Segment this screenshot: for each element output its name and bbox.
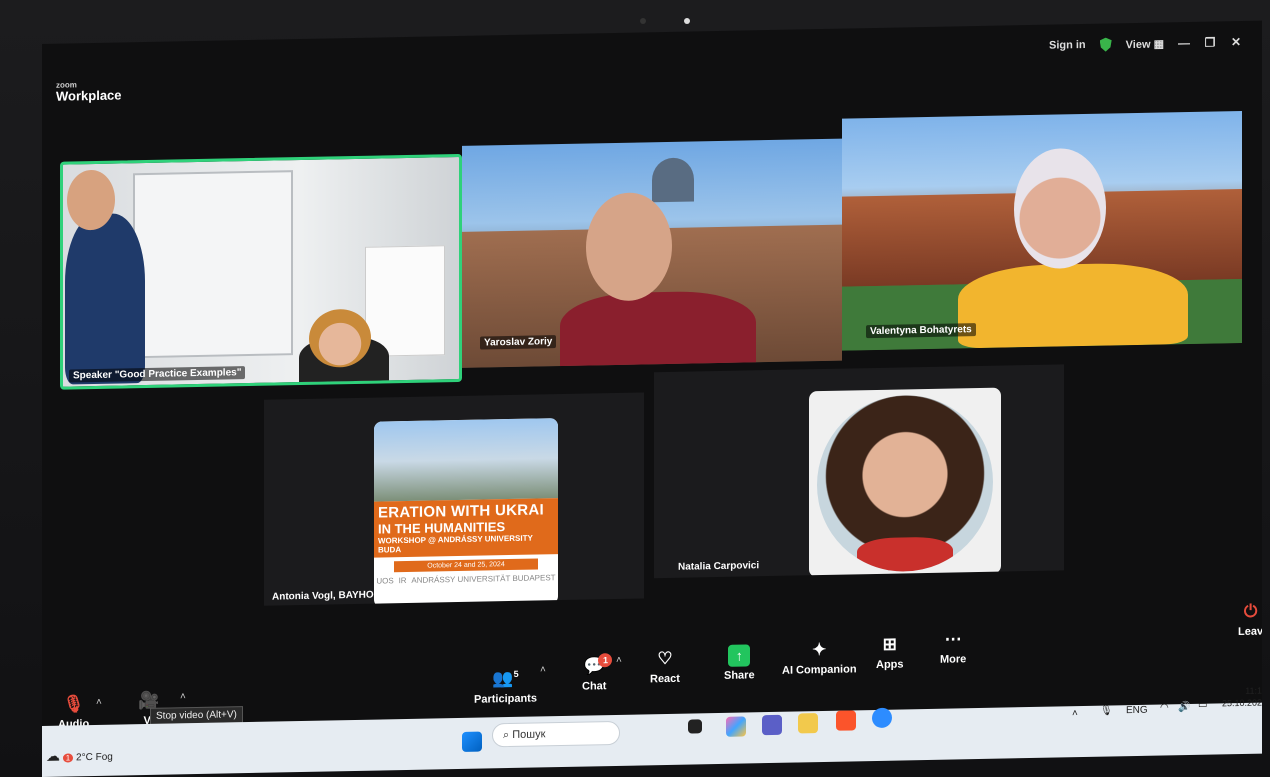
woman-in-yellow-blouse	[958, 261, 1188, 349]
zoom-app-icon[interactable]	[872, 707, 892, 729]
man-in-blue-jacket	[65, 213, 145, 385]
ai-companion-label: AI Companion	[782, 663, 857, 677]
man-in-red-shirt	[560, 290, 756, 368]
search-placeholder: Пошук	[512, 728, 546, 741]
windows-start-icon[interactable]	[462, 731, 482, 752]
zoom-workplace-logo: zoom Workplace	[56, 80, 122, 104]
wifi-icon[interactable]: ◠	[1160, 702, 1169, 713]
participant-name: Yaroslav Zoriy	[480, 335, 557, 350]
restore-icon[interactable]: ❐	[1204, 35, 1216, 49]
chat-icon: 💬 1	[582, 653, 613, 677]
leave-button[interactable]: ⏻ Leav	[1238, 601, 1262, 638]
audio-options-chevron[interactable]: ˄	[96, 697, 102, 708]
poster-subtitle: WORKSHOP @ ANDRÁSSY UNIVERSITY BUDA	[378, 533, 533, 555]
cathedral-dome	[652, 157, 694, 203]
more-button[interactable]: ⋯ More	[940, 628, 967, 666]
taskbar-search[interactable]: ⌕ Пошук	[492, 720, 620, 748]
leave-label: Leav	[1238, 625, 1262, 639]
view-button[interactable]: View ▦	[1126, 37, 1164, 51]
react-label: React	[650, 672, 680, 686]
minimize-icon[interactable]: —	[1178, 36, 1190, 50]
copilot-icon[interactable]	[726, 716, 746, 737]
react-button[interactable]: ♡ React	[650, 648, 680, 686]
close-icon[interactable]: ✕	[1230, 35, 1242, 49]
avatar-frame	[809, 387, 1001, 578]
flipchart	[365, 245, 445, 357]
logo-zoom-text: zoom	[56, 80, 77, 90]
more-label: More	[940, 653, 967, 666]
teams-icon[interactable]	[762, 714, 782, 736]
video-options-chevron[interactable]: ˄	[180, 691, 186, 702]
tray-mic-icon[interactable]: 🎙	[1100, 705, 1113, 716]
view-label: View	[1125, 38, 1151, 51]
leave-icon: ⏻	[1243, 601, 1258, 621]
sparkle-icon: ✦	[812, 639, 827, 660]
video-tile-natalia[interactable]: Natalia Carpovici	[654, 364, 1064, 579]
video-tile-yaroslav[interactable]: Yaroslav Zoriy	[462, 138, 842, 368]
weather-temp: 2°C	[76, 752, 93, 764]
participants-button[interactable]: 👥5 Participants	[474, 662, 537, 706]
chat-options-chevron[interactable]: ˄	[616, 655, 622, 666]
heart-icon: ♡	[657, 648, 673, 669]
whiteboard	[133, 170, 293, 359]
ai-companion-button[interactable]: ✦ AI Companion	[782, 638, 857, 677]
meeting-toolbar: 🎙 Audio ˄ 🎥 Vi ˄ 👥5 Participants ˄ 💬1 Ch…	[42, 602, 1262, 731]
poster-title-band: ERATION WITH UKRAI IN THE HUMANITIES WOR…	[374, 498, 558, 558]
share-label: Share	[724, 669, 755, 682]
volume-icon[interactable]: 🔊	[1178, 702, 1190, 713]
tray-chevron-icon[interactable]: ˄	[1072, 708, 1078, 719]
weather-badge: 1	[62, 753, 74, 763]
share-arrow-icon: ↑	[728, 644, 751, 667]
workshop-poster: ERATION WITH UKRAI IN THE HUMANITIES WOR…	[374, 418, 558, 606]
title-bar-controls: Sign in View ▦ — ❐ ✕	[1049, 35, 1242, 53]
file-explorer-icon[interactable]	[798, 713, 818, 734]
poster-title-line1: ERATION WITH UKRAI	[378, 501, 544, 522]
chat-button[interactable]: 💬 1 Chat	[582, 653, 613, 693]
zoom-window: zoom Workplace Sign in View ▦ — ❐ ✕ Spea…	[42, 20, 1262, 777]
chat-badge: 1	[598, 653, 613, 668]
participants-count: 5	[513, 668, 519, 679]
weather-cloud-icon: ☁	[46, 747, 60, 764]
avatar	[817, 393, 993, 574]
logo-workplace-text: Workplace	[56, 87, 122, 104]
share-button[interactable]: ↑ Share	[724, 644, 755, 682]
language-indicator[interactable]: ENG	[1126, 705, 1148, 716]
poster-logos: UOS IR ANDRÁSSY UNIVERSITÄT BUDAPEST	[374, 573, 558, 586]
apps-button[interactable]: ⊞ Apps	[876, 633, 904, 671]
battery-icon[interactable]: ▭	[1198, 700, 1207, 711]
participant-name: Natalia Carpovici	[678, 560, 760, 573]
participant-name: Valentyna Bohatyrets	[866, 323, 976, 339]
participants-icon: 👥5	[492, 668, 519, 689]
participant-name: Speaker "Good Practice Examples"	[69, 366, 246, 383]
logo-ir: IR	[398, 576, 407, 586]
security-shield-icon[interactable]	[1100, 37, 1112, 51]
weather-desc: Fog	[95, 751, 113, 763]
avatar-shirt	[857, 536, 953, 573]
budapest-photo	[374, 418, 558, 502]
camera-dot	[640, 18, 646, 24]
clock-date: 25.10.2024	[1222, 697, 1262, 709]
brave-browser-icon[interactable]	[836, 710, 856, 731]
video-tile-valentyna[interactable]: Valentyna Bohatyrets	[842, 110, 1242, 351]
participants-label: Participants	[474, 692, 537, 706]
mic-muted-icon: 🎙	[62, 694, 85, 714]
participants-options-chevron[interactable]: ˄	[540, 664, 546, 675]
sign-in-link[interactable]: Sign in	[1049, 39, 1086, 52]
clock[interactable]: 11:18 25.10.2024	[1222, 684, 1262, 709]
video-tile-antonia[interactable]: ERATION WITH UKRAI IN THE HUMANITIES WOR…	[264, 392, 644, 606]
clock-time: 11:18	[1245, 685, 1262, 696]
apps-label: Apps	[876, 658, 904, 671]
logo-andrassy: ANDRÁSSY UNIVERSITÄT BUDAPEST	[411, 573, 556, 585]
poster-dates: October 24 and 25, 2024	[394, 558, 538, 573]
logo-uos: UOS	[376, 576, 394, 586]
participant-name: Antonia Vogl, BAYHOST	[272, 589, 387, 603]
chat-label: Chat	[582, 680, 607, 693]
camera-light	[684, 18, 690, 24]
apps-grid-icon: ⊞	[882, 634, 897, 654]
weather-widget[interactable]: ☁ 1 2°C Fog	[46, 747, 113, 765]
more-dots-icon: ⋯	[944, 629, 962, 649]
grid-icon: ▦	[1153, 37, 1164, 51]
task-view-icon[interactable]	[688, 719, 702, 734]
video-tile-speaker[interactable]: Speaker "Good Practice Examples"	[60, 153, 462, 390]
